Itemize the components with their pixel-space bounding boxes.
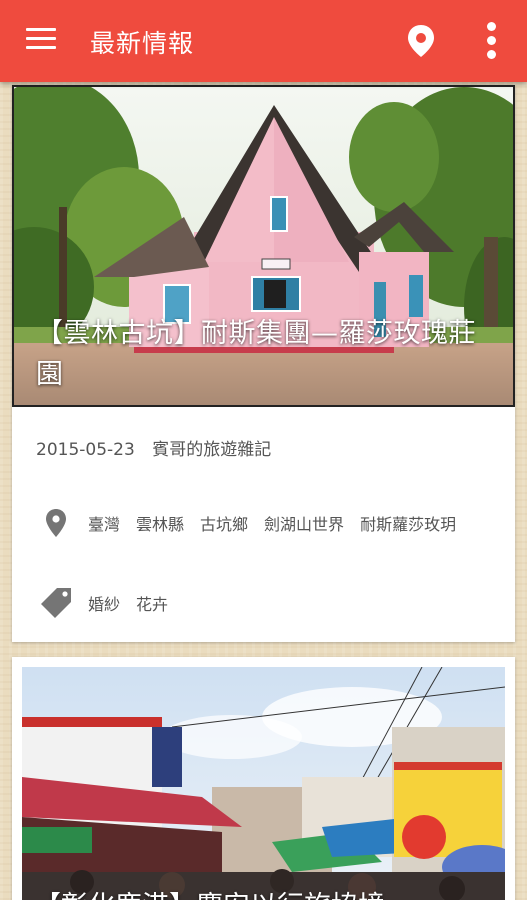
post-card[interactable]: 【雲林古坑】耐斯集團—羅莎玫瑰莊園 2015-05-23 賓哥的旅遊雜記 臺灣 … [12, 85, 515, 642]
location-row: 臺灣 雲林縣 古坑鄉 劍湖山世界 耐斯蘿莎玫玥 [36, 503, 506, 543]
location-pin-icon [36, 505, 76, 541]
tag-chip[interactable]: 婚紗 [88, 591, 120, 615]
location-chip[interactable]: 劍湖山世界 [264, 511, 344, 535]
menu-icon[interactable] [26, 28, 56, 54]
post-date: 2015-05-23 [36, 440, 135, 460]
post-meta: 2015-05-23 賓哥的旅遊雜記 [36, 435, 271, 460]
app-bar: 最新情報 [0, 0, 527, 82]
tag-chip[interactable]: 花卉 [136, 591, 168, 615]
post-card[interactable] [12, 657, 515, 900]
location-chip[interactable]: 雲林縣 [136, 511, 184, 535]
tag-icon [36, 585, 76, 621]
post-title[interactable]: 【雲林古坑】耐斯集團—羅莎玫瑰莊園 [36, 313, 496, 395]
location-pin-icon[interactable] [406, 24, 436, 58]
tag-row: 婚紗 花卉 [36, 583, 506, 623]
location-chip[interactable]: 臺灣 [88, 511, 120, 535]
page-title: 最新情報 [90, 29, 195, 58]
post-title[interactable]: 【彰化鹿港】慶安以行旅協境 [34, 884, 385, 900]
location-chip[interactable]: 古坑鄉 [200, 511, 248, 535]
more-vert-icon[interactable] [484, 22, 498, 60]
post-photo[interactable] [22, 667, 505, 900]
location-chip[interactable]: 耐斯蘿莎玫玥 [360, 511, 456, 535]
post-author[interactable]: 賓哥的旅遊雜記 [152, 440, 271, 460]
